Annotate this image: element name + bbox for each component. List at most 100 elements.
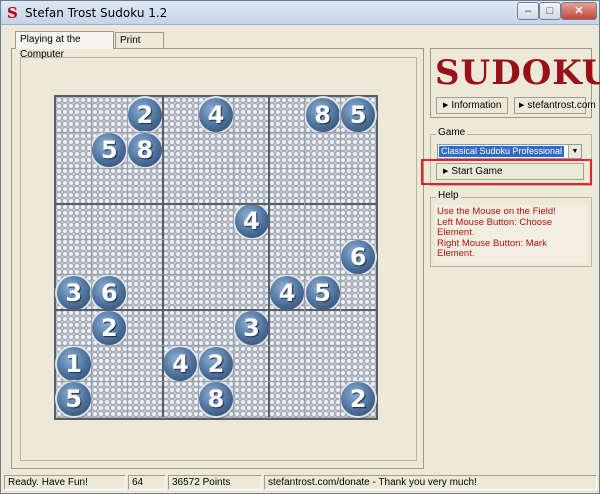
grid-line [56, 132, 376, 134]
tab-playing-at-computer[interactable]: Playing at the Computer [15, 31, 114, 60]
board-cell[interactable] [198, 310, 234, 346]
board-cell[interactable] [233, 274, 270, 311]
board-cell[interactable]: 6 [340, 239, 376, 275]
cell-number: 8 [198, 382, 233, 417]
board-cell[interactable] [340, 132, 376, 169]
board-cell[interactable] [127, 345, 163, 382]
board-cell[interactable] [269, 132, 305, 169]
chevron-down-icon[interactable]: ▼ [568, 145, 581, 158]
board-cell[interactable] [340, 345, 376, 382]
board-cell[interactable] [127, 274, 163, 311]
board-cell[interactable] [269, 239, 305, 275]
board-cell[interactable] [233, 132, 270, 169]
board-cell[interactable] [162, 239, 199, 275]
board-cell[interactable] [269, 381, 305, 417]
board-cell[interactable] [269, 310, 305, 346]
board-cell[interactable] [340, 274, 376, 311]
board-cell[interactable] [340, 310, 376, 346]
board-cell[interactable] [233, 168, 270, 204]
board-cell[interactable] [233, 345, 270, 382]
board-cell[interactable] [162, 381, 199, 417]
title-bar[interactable]: S Stefan Trost Sudoku 1.2 – □ ✕ [1, 1, 599, 25]
grid-line [56, 345, 376, 347]
board-cell[interactable] [91, 168, 128, 204]
grid-line [126, 97, 128, 417]
board-cell[interactable]: 1 [56, 345, 92, 382]
board-cell[interactable] [304, 345, 341, 382]
board-cell[interactable]: 2 [340, 381, 376, 417]
board-cell[interactable] [304, 381, 341, 417]
board-cell[interactable]: 4 [233, 203, 270, 240]
board-cell[interactable] [233, 381, 270, 417]
board-cell[interactable] [304, 203, 341, 240]
board-cell[interactable]: 2 [127, 97, 163, 133]
board-cell[interactable]: 4 [269, 274, 305, 311]
board-cell[interactable] [91, 97, 128, 133]
board-cell[interactable] [127, 381, 163, 417]
board-cell[interactable] [304, 239, 341, 275]
board-cell[interactable] [127, 203, 163, 240]
board-cell[interactable] [340, 203, 376, 240]
cell-number: 2 [127, 97, 162, 132]
cell-number: 8 [127, 133, 162, 168]
board-cell[interactable] [198, 239, 234, 275]
website-button[interactable]: ▶ stefantrost.com [514, 97, 596, 114]
board-cell[interactable] [91, 345, 128, 382]
board-cell[interactable] [233, 97, 270, 133]
tab-print-mode[interactable]: Print Mode [115, 32, 164, 61]
board-cell[interactable] [162, 168, 199, 204]
board-cell[interactable] [198, 203, 234, 240]
board-cell[interactable] [233, 239, 270, 275]
board-cell[interactable] [269, 97, 305, 133]
board-cell[interactable] [127, 168, 163, 204]
game-group-label: Game [436, 127, 468, 138]
board-cell[interactable] [56, 239, 92, 275]
board-cell[interactable]: 5 [340, 97, 376, 133]
board-cell[interactable] [91, 381, 128, 417]
board-cell[interactable]: 8 [304, 97, 341, 133]
grid-line [56, 202, 376, 205]
maximize-button[interactable]: □ [539, 2, 561, 20]
board-cell[interactable] [198, 274, 234, 311]
board-cell[interactable] [127, 239, 163, 275]
board-cell[interactable] [56, 132, 92, 169]
board-cell[interactable] [162, 310, 199, 346]
board-cell[interactable] [269, 203, 305, 240]
board-cell[interactable] [127, 310, 163, 346]
board-cell[interactable] [91, 239, 128, 275]
board-cell[interactable]: 2 [198, 345, 234, 382]
board-cell[interactable] [162, 132, 199, 169]
board-cell[interactable]: 2 [91, 310, 128, 346]
board-cell[interactable]: 3 [56, 274, 92, 311]
board-cell[interactable] [340, 168, 376, 204]
sudoku-board[interactable]: 24855846364523142582 [54, 95, 378, 420]
board-cell[interactable] [304, 132, 341, 169]
close-button[interactable]: ✕ [561, 2, 597, 20]
board-cell[interactable] [269, 168, 305, 204]
board-cell[interactable]: 5 [56, 381, 92, 417]
board-cell[interactable] [91, 203, 128, 240]
board-cell[interactable]: 3 [233, 310, 270, 346]
board-cell[interactable] [56, 203, 92, 240]
board-cell[interactable] [198, 168, 234, 204]
board-cell[interactable]: 4 [198, 97, 234, 133]
board-cell[interactable] [269, 345, 305, 382]
board-cell[interactable]: 8 [198, 381, 234, 417]
board-cell[interactable]: 5 [304, 274, 341, 311]
board-cell[interactable] [198, 132, 234, 169]
information-button[interactable]: ▶ Information [436, 97, 508, 114]
board-cell[interactable]: 5 [91, 132, 128, 169]
board-cell[interactable] [304, 168, 341, 204]
board-cell[interactable] [162, 97, 199, 133]
board-cell[interactable]: 4 [162, 345, 199, 382]
board-cell[interactable] [162, 274, 199, 311]
board-cell[interactable] [162, 203, 199, 240]
board-cell[interactable]: 6 [91, 274, 128, 311]
board-cell[interactable]: 8 [127, 132, 163, 169]
board-cell[interactable] [304, 310, 341, 346]
board-cell[interactable] [56, 97, 92, 133]
game-mode-select[interactable]: Classical Sudoku Professional ▼ [437, 144, 582, 159]
minimize-button[interactable]: – [517, 2, 539, 20]
board-cell[interactable] [56, 168, 92, 204]
board-cell[interactable] [56, 310, 92, 346]
